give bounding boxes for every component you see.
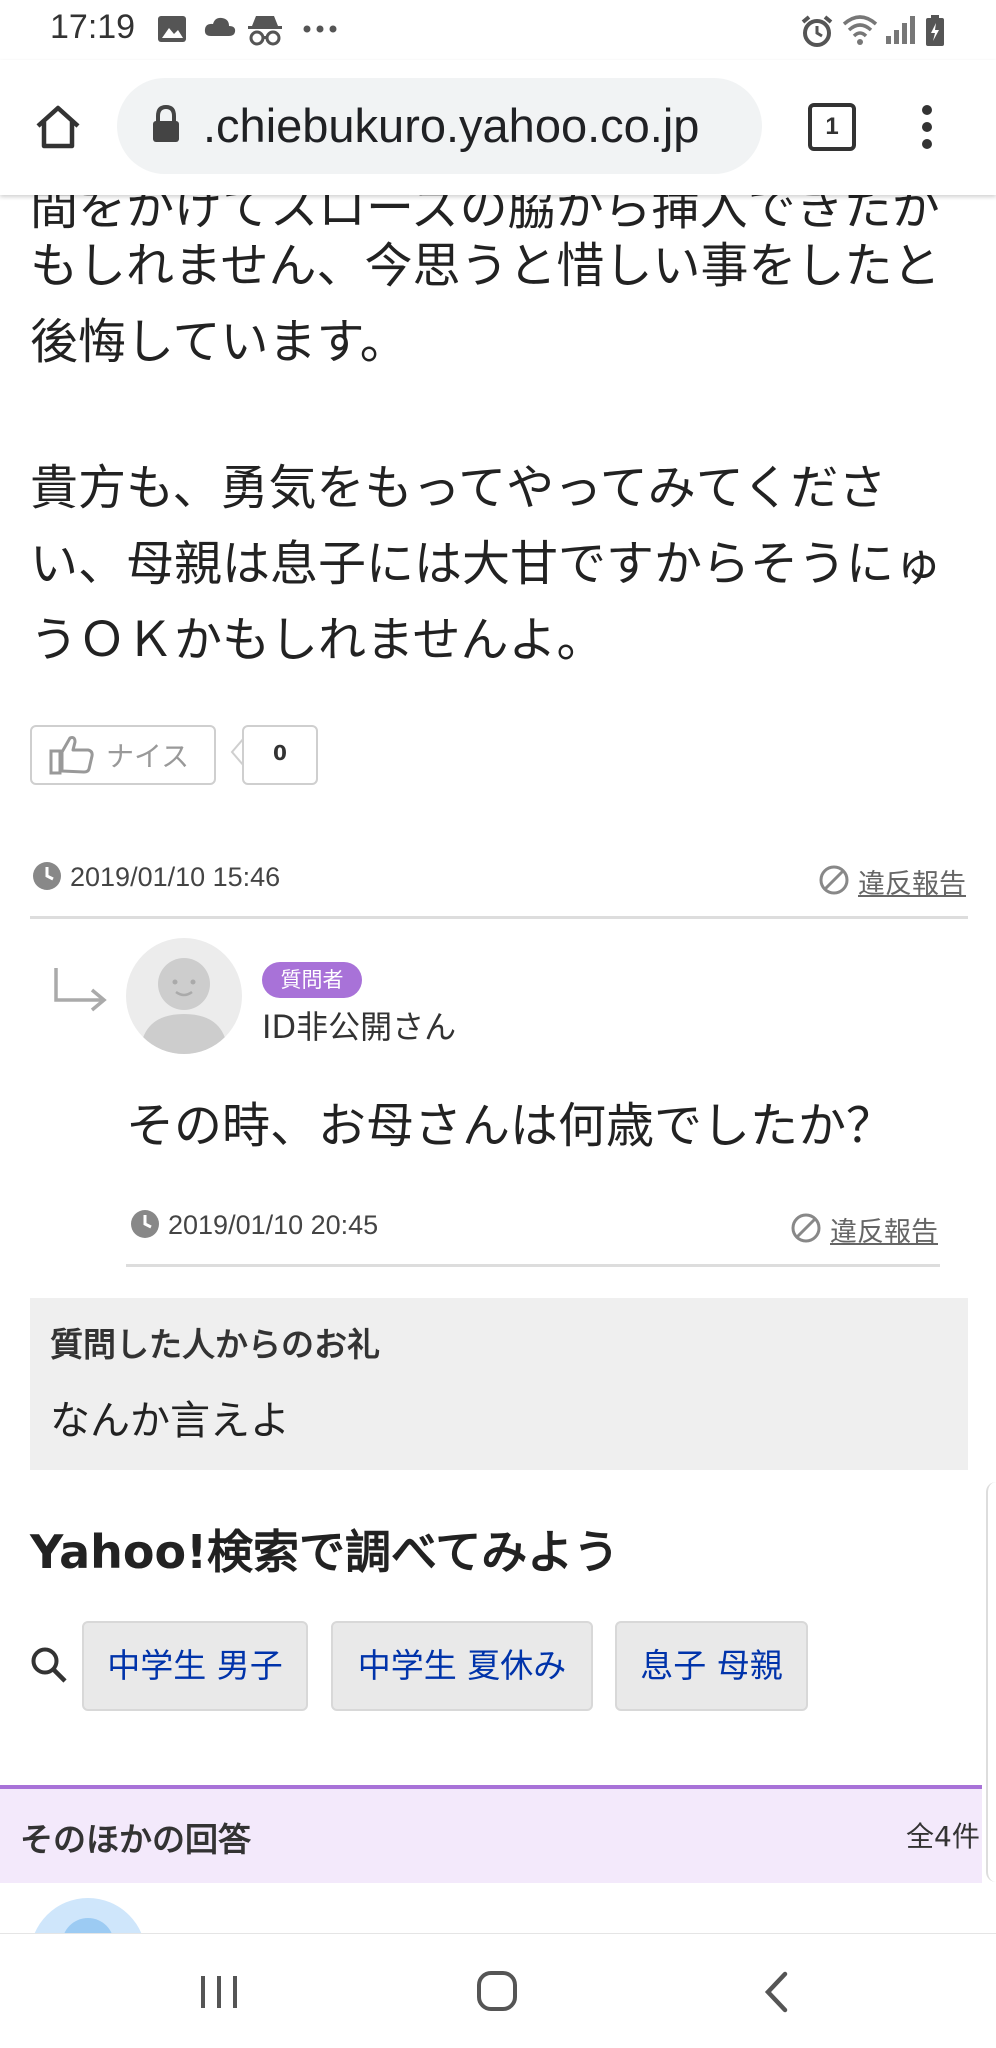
reply-text: その時、お母さんは何歳でしたか？ [126, 1098, 895, 1154]
scroll-indicator[interactable] [986, 1482, 996, 1882]
more-icon [303, 25, 337, 33]
lock-icon [153, 104, 179, 142]
back-icon[interactable] [763, 1970, 791, 2014]
nice-button[interactable]: ナイス [30, 725, 216, 785]
answer-line: 貴方も、勇気をもってやってみてくださ [30, 460, 887, 516]
cloud-icon [204, 17, 236, 36]
search-heading: Yahoo!検索で調べてみよう [30, 1525, 620, 1579]
nice-count: 0 [273, 741, 287, 765]
clock-icon [131, 1210, 159, 1238]
thanks-heading: 質問した人からのお礼 [50, 1325, 380, 1364]
reply-arrow-icon [54, 968, 107, 1012]
reply-author[interactable]: ID非公開さん [262, 1002, 456, 1048]
answer-line: うＯＫかもしれませんよ。 [30, 612, 605, 668]
thanks-text: なんか言えよ [50, 1398, 290, 1444]
wifi-icon [842, 15, 878, 45]
browser-toolbar: .chiebukuro.yahoo.co.jp 1 [0, 60, 996, 195]
recent-apps-icon[interactable] [199, 1974, 239, 2010]
answer-timestamp: 2019/01/10 15:46 [70, 862, 281, 892]
thanks-panel: 質問した人からのお礼 なんか言えよ [30, 1298, 968, 1470]
answer-line: もしれません、今思うと惜しい事をしたと [30, 238, 941, 294]
divider [126, 1264, 940, 1267]
tabs-icon[interactable]: 1 [808, 103, 856, 151]
nice-count-box: 0 [242, 725, 318, 785]
other-answers-count: 全4件 [906, 1820, 980, 1853]
default-avatar-icon [140, 958, 228, 1054]
answer-line: い、母親は息子には大甘ですからそうにゅ [30, 536, 943, 592]
menu-icon[interactable] [917, 102, 937, 152]
thumbs-up-icon [49, 736, 94, 775]
incognito-icon [248, 16, 282, 46]
report-link[interactable]: 違反報告 [858, 862, 966, 901]
home-button-icon[interactable] [476, 1970, 518, 2012]
answer-line: 後悔しています。 [30, 314, 408, 370]
reply-report-link[interactable]: 違反報告 [830, 1210, 938, 1249]
search-chip[interactable]: 息子 母親 [615, 1621, 808, 1711]
prohibited-icon [791, 1213, 821, 1243]
battery-icon [926, 15, 944, 46]
alarm-icon [801, 15, 833, 47]
url-text: .chiebukuro.yahoo.co.jp [203, 99, 700, 152]
search-chip[interactable]: 中学生 男子 [82, 1621, 308, 1711]
nice-label: ナイス [106, 740, 190, 773]
search-icon [31, 1647, 67, 1683]
asker-badge: 質問者 [262, 962, 362, 998]
signal-icon [886, 16, 915, 44]
other-answers-header: そのほかの回答 全4件 [0, 1785, 982, 1883]
system-nav-bar [0, 1933, 996, 2048]
avatar[interactable] [126, 938, 242, 1054]
url-field[interactable]: .chiebukuro.yahoo.co.jp [117, 78, 762, 174]
reply-timestamp: 2019/01/10 20:45 [168, 1210, 379, 1240]
status-clock: 17:19 [50, 8, 136, 46]
clock-icon [33, 862, 61, 890]
tab-count: 1 [825, 113, 839, 140]
divider [30, 916, 968, 919]
home-icon[interactable] [33, 102, 83, 152]
prohibited-icon [819, 865, 849, 895]
status-bar: 17:19 [0, 0, 996, 60]
search-chip[interactable]: 中学生 夏休み [331, 1621, 593, 1711]
other-answers-heading: そのほかの回答 [20, 1820, 251, 1859]
image-icon [158, 16, 186, 42]
